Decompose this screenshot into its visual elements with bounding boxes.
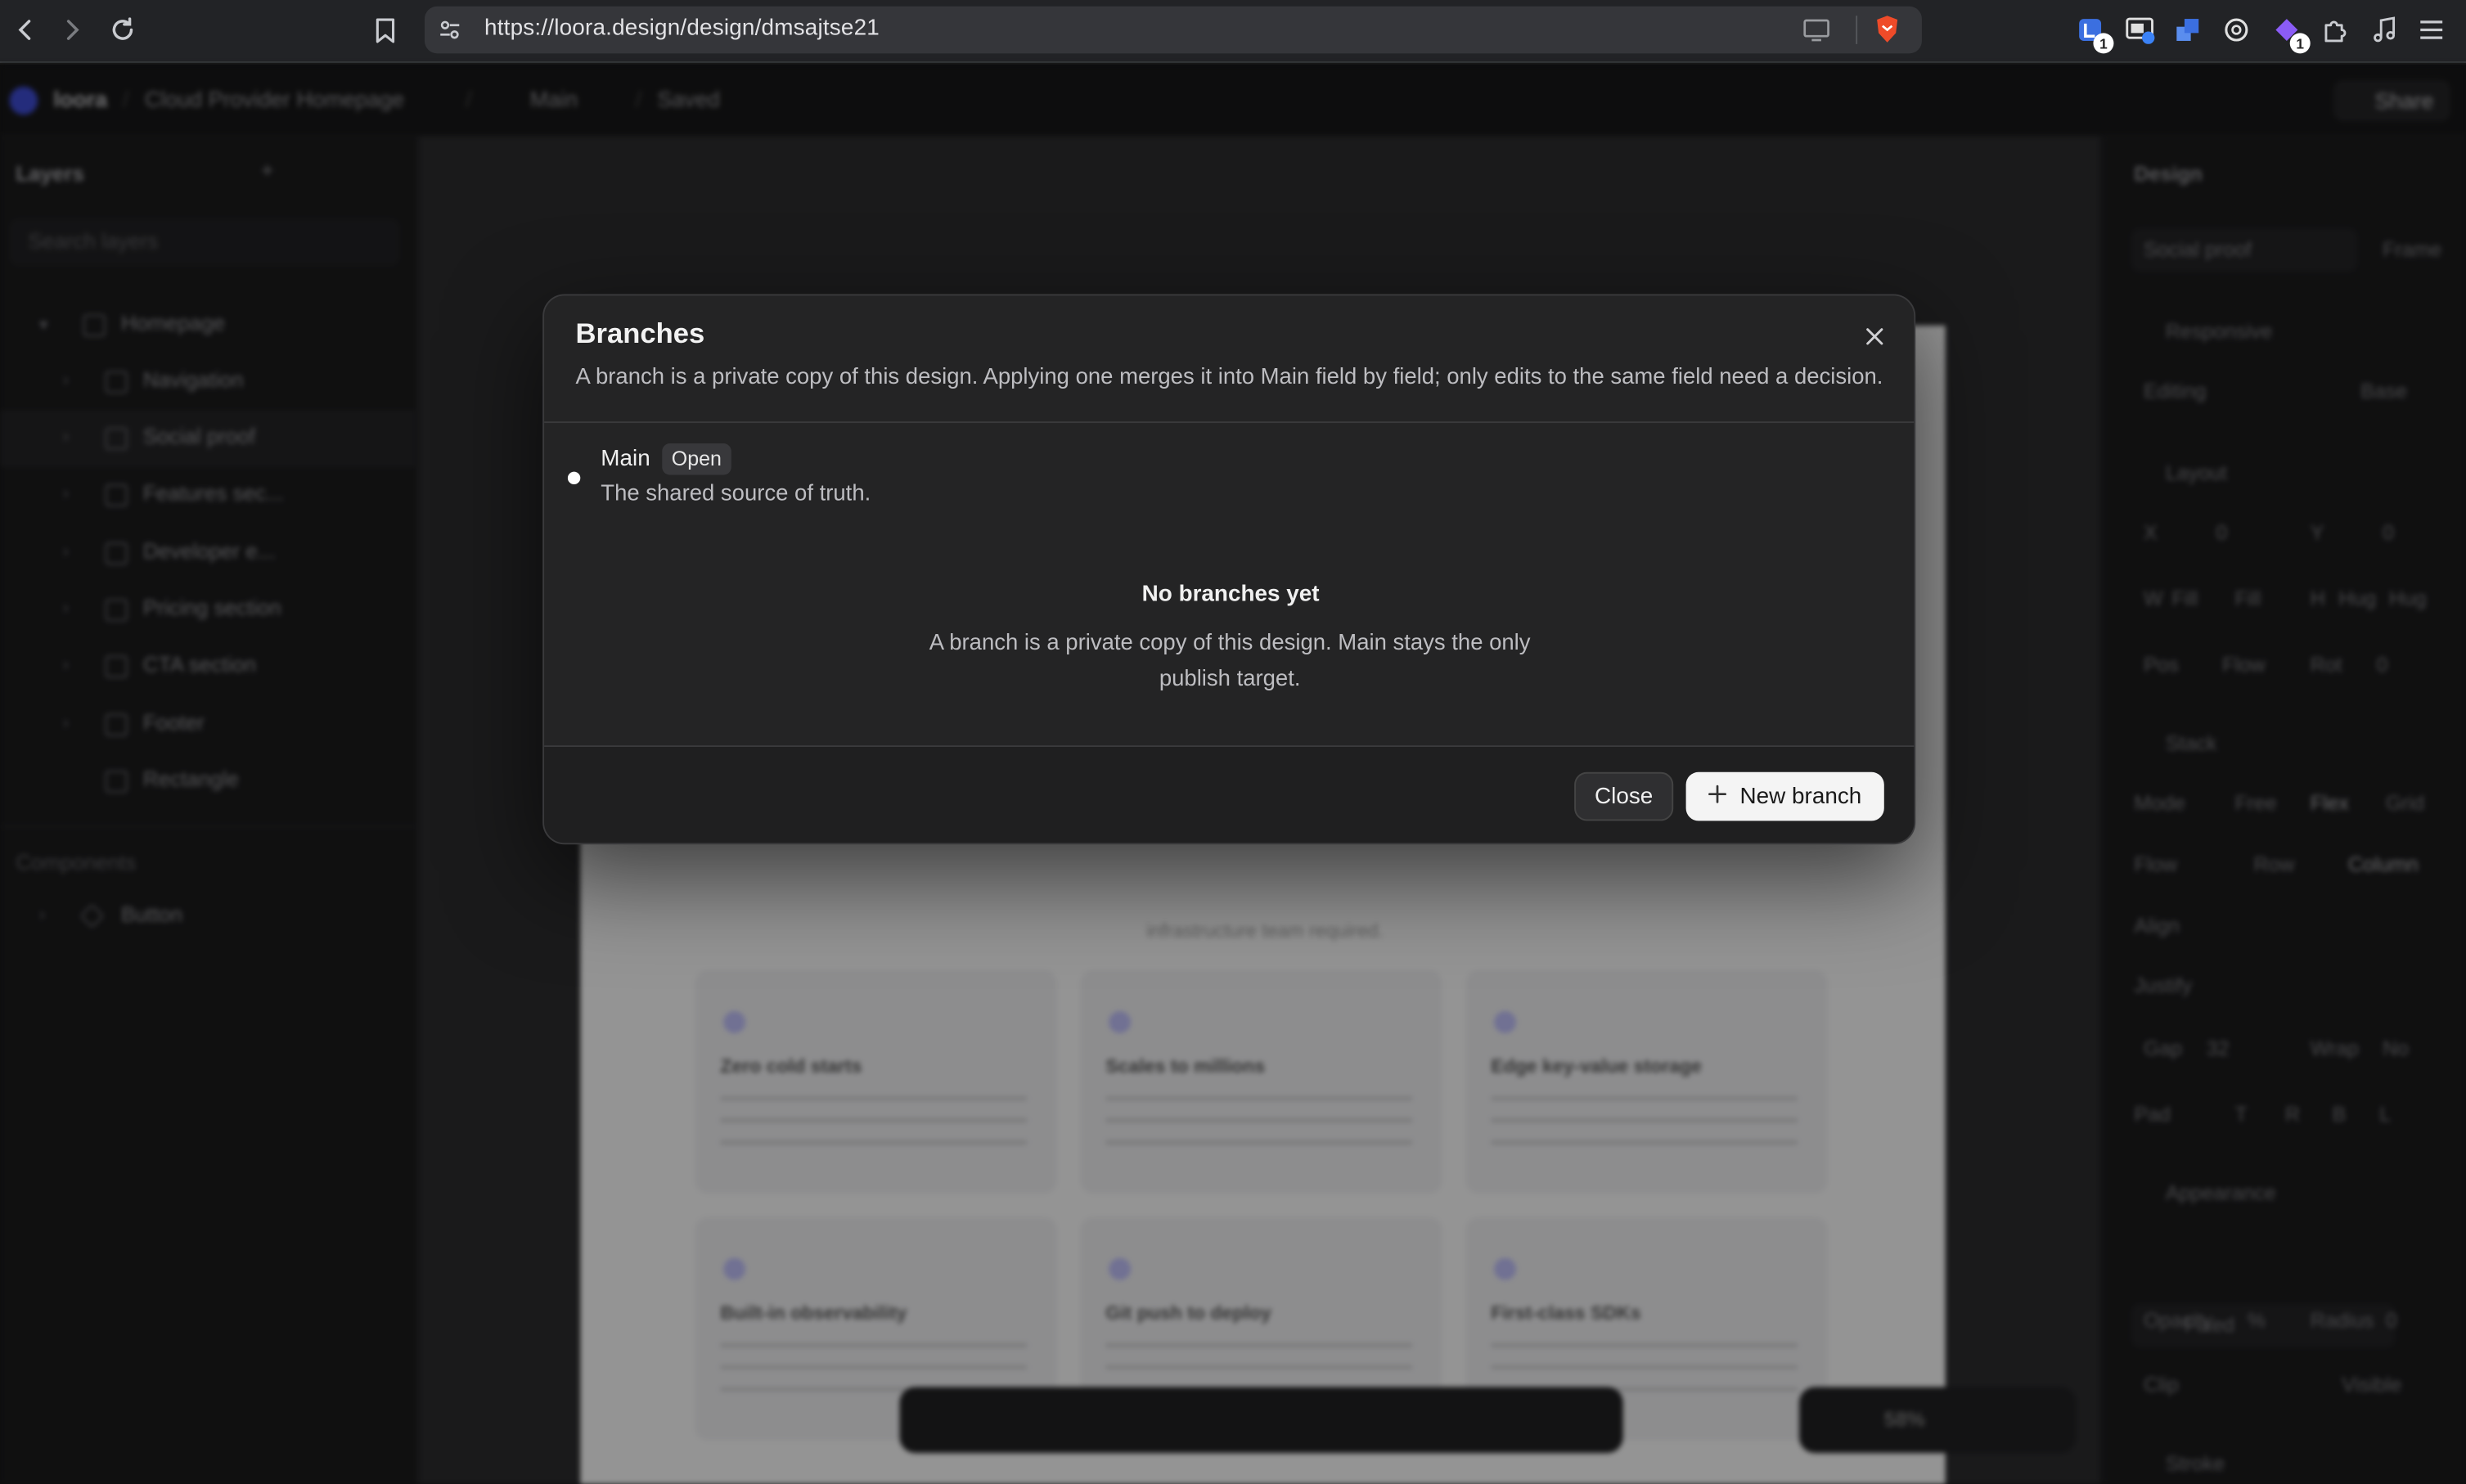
menu-icon[interactable] [2414,12,2449,47]
browser-toolbar: https://loora.design/design/dmsajtse21 1… [0,0,2466,63]
empty-state-title: No branches yet [1141,582,1320,607]
reload-icon[interactable] [106,12,140,47]
dialog-title: Branches [575,317,705,349]
url-text[interactable]: https://loora.design/design/dmsajtse21 [484,16,880,41]
brave-shield-icon[interactable] [1874,14,1900,52]
empty-state-description: A branch is a private copy of this desig… [929,630,1531,692]
current-branch-indicator [567,471,581,485]
plus-icon [1708,782,1727,811]
forward-icon[interactable] [55,12,89,47]
extension-2-icon[interactable] [2123,12,2158,47]
close-button[interactable]: Close [1574,771,1674,821]
extension-3-icon[interactable] [2171,12,2205,47]
branch-item-main[interactable]: Main Open The shared source of truth. [544,425,1914,519]
bookmark-icon[interactable] [368,12,403,47]
branch-description: The shared source of truth. [601,481,871,506]
back-icon[interactable] [8,12,43,47]
dialog-footer: Close New branch [544,747,1915,843]
dialog-subtitle: A branch is a private copy of this desig… [575,364,1883,390]
branches-dialog: Branches A branch is a private copy of t… [542,294,1916,845]
status-badge: Open [662,443,731,475]
close-icon[interactable] [1859,321,1890,352]
site-settings-icon[interactable] [437,17,462,50]
cast-icon[interactable] [1802,17,1831,50]
media-icon[interactable] [2367,12,2401,47]
new-branch-button[interactable]: New branch [1685,771,1884,821]
extension-4-icon[interactable]: 1 [2270,12,2311,54]
branch-name: Main [601,446,650,472]
new-branch-label: New branch [1739,784,1862,809]
extensions-puzzle-icon[interactable] [2318,12,2352,47]
extension-1-icon[interactable]: 1 [2072,12,2114,54]
address-bar[interactable]: https://loora.design/design/dmsajtse21 [424,6,1922,54]
openai-icon[interactable] [2219,12,2253,47]
